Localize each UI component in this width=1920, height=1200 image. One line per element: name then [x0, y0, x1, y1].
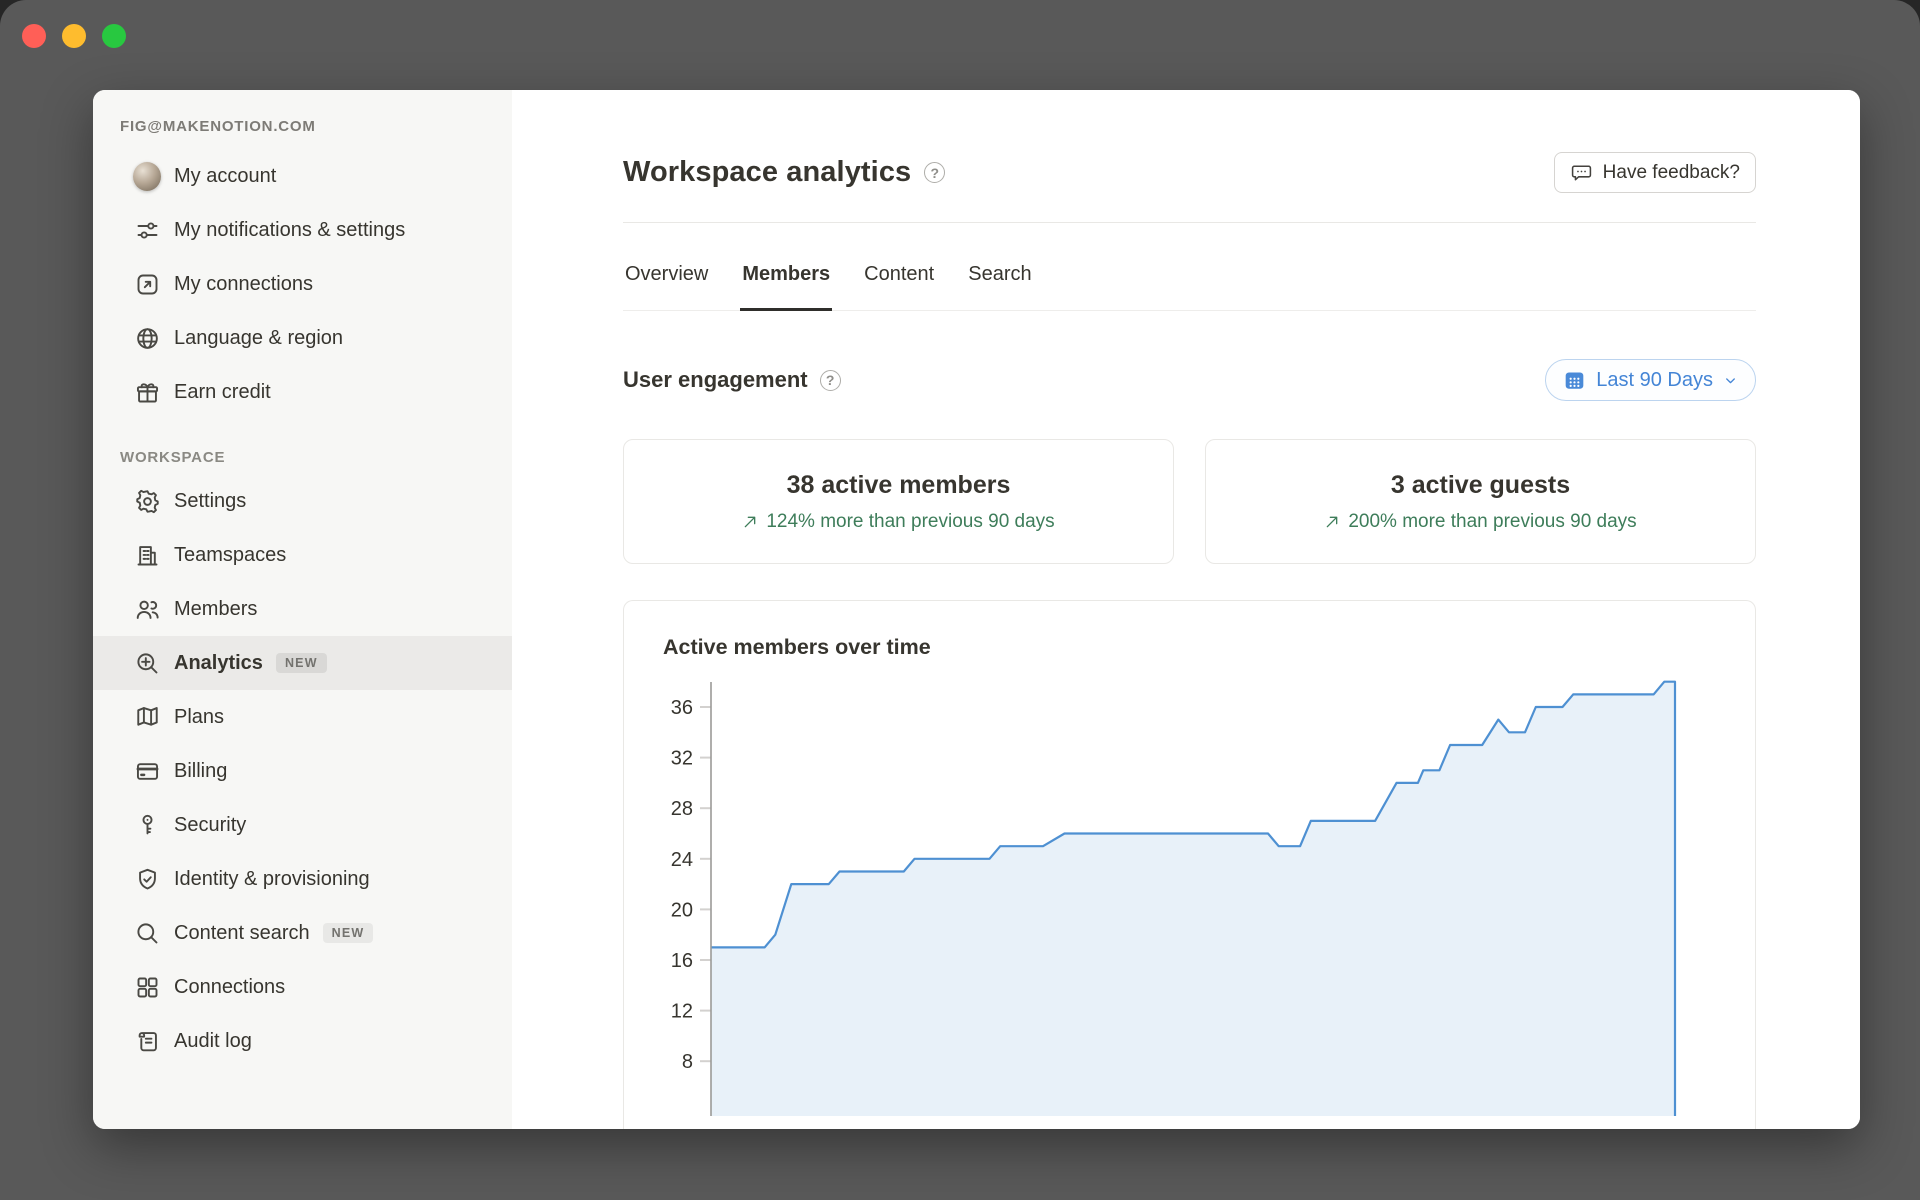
tab-members[interactable]: Members: [740, 223, 832, 311]
svg-text:20: 20: [671, 899, 693, 921]
settings-sidebar: FIG@MAKENOTION.COM My account My notific…: [93, 90, 512, 1129]
tab-overview[interactable]: Overview: [623, 223, 710, 310]
stat-delta-text: 124% more than previous 90 days: [766, 510, 1055, 532]
settings-dialog: FIG@MAKENOTION.COM My account My notific…: [93, 90, 1860, 1129]
new-badge: NEW: [275, 652, 327, 674]
sidebar-item-connections[interactable]: Connections: [93, 960, 512, 1014]
building-icon: [133, 541, 161, 569]
new-badge: NEW: [322, 922, 374, 944]
sidebar-item-my-connections[interactable]: My connections: [93, 257, 512, 311]
trend-up-icon: [1326, 516, 1338, 527]
active-members-chart: 8 12 16 20 24 28 32 36: [671, 680, 1677, 1116]
stat-headline: 3 active guests: [1390, 470, 1571, 499]
gear-icon: [133, 487, 161, 515]
svg-text:8: 8: [682, 1051, 693, 1073]
magnifier-icon: [133, 919, 161, 947]
analytics-main-panel: Workspace analytics ? Have feedback? Ove…: [512, 90, 1860, 1129]
close-window-button[interactable]: [22, 24, 46, 48]
sliders-icon: [133, 216, 161, 244]
page-header: Workspace analytics ? Have feedback?: [623, 152, 1756, 193]
section-title: User engagement: [623, 367, 808, 392]
svg-text:32: 32: [671, 748, 693, 770]
shield-check-icon: [133, 865, 161, 893]
calendar-icon: [1565, 371, 1584, 389]
chevron-down-icon: [1726, 377, 1735, 383]
user-engagement-header: User engagement ? Last 90 Days: [623, 359, 1756, 401]
page-title: Workspace analytics: [623, 156, 912, 188]
trend-up-icon: [744, 516, 756, 527]
account-avatar: [133, 161, 161, 191]
sidebar-item-billing[interactable]: Billing: [93, 744, 512, 798]
sidebar-item-members[interactable]: Members: [93, 582, 512, 636]
grid-icon: [133, 973, 161, 1001]
traffic-lights: [22, 24, 126, 48]
sidebar-item-my-notifications-settings[interactable]: My notifications & settings: [93, 203, 512, 257]
stat-delta-text: 200% more than previous 90 days: [1348, 510, 1637, 532]
svg-text:24: 24: [671, 849, 693, 871]
tab-search[interactable]: Search: [966, 223, 1033, 310]
chart-title: Active members over time: [663, 635, 931, 659]
sidebar-item-security[interactable]: Security: [93, 798, 512, 852]
speech-bubble-icon: [1571, 165, 1591, 181]
sidebar-item-earn-credit[interactable]: Earn credit: [93, 365, 512, 419]
gift-icon: [133, 378, 161, 406]
sidebar-item-analytics[interactable]: Analytics NEW: [93, 636, 512, 690]
workspace-section-label: WORKSPACE: [120, 449, 226, 466]
key-icon: [133, 811, 161, 839]
have-feedback-button[interactable]: Have feedback?: [1553, 152, 1756, 193]
account-email: FIG@MAKENOTION.COM: [120, 118, 316, 135]
help-icon[interactable]: ?: [924, 162, 946, 183]
active-guests-card: 3 active guests 200% more than previous …: [1205, 439, 1756, 564]
sidebar-item-language-region[interactable]: Language & region: [93, 311, 512, 365]
globe-icon: [133, 324, 161, 352]
sidebar-item-plans[interactable]: Plans: [93, 690, 512, 744]
help-icon[interactable]: ?: [819, 369, 841, 391]
zoom-window-button[interactable]: [102, 24, 126, 48]
tab-content[interactable]: Content: [862, 223, 936, 310]
sidebar-item-audit-log[interactable]: Audit log: [93, 1014, 512, 1068]
active-members-card: 38 active members 124% more than previou…: [623, 439, 1174, 564]
map-icon: [133, 703, 161, 731]
analytics-tabs: Overview Members Content Search: [623, 223, 1756, 311]
svg-text:12: 12: [671, 1001, 693, 1023]
minimize-window-button[interactable]: [62, 24, 86, 48]
stat-headline: 38 active members: [786, 470, 1011, 499]
svg-text:28: 28: [671, 798, 693, 820]
stat-cards: 38 active members 124% more than previou…: [623, 439, 1756, 564]
magnifier-sparkle-icon: [133, 649, 161, 677]
sidebar-item-teamspaces[interactable]: Teamspaces: [93, 528, 512, 582]
sidebar-item-identity-provisioning[interactable]: Identity & provisioning: [93, 852, 512, 906]
scroll-icon: [133, 1027, 161, 1055]
people-icon: [133, 595, 161, 623]
macos-window: FIG@MAKENOTION.COM My account My notific…: [0, 0, 1920, 1200]
sidebar-item-my-account[interactable]: My account: [93, 149, 512, 203]
svg-text:36: 36: [671, 697, 693, 719]
sidebar-item-settings[interactable]: Settings: [93, 474, 512, 528]
active-members-chart-card: Active members over time 8 12 16 20 24 28 32 36: [623, 600, 1756, 1129]
svg-text:16: 16: [671, 950, 693, 972]
arrow-up-right-box-icon: [133, 270, 161, 298]
sidebar-item-content-search[interactable]: Content search NEW: [93, 906, 512, 960]
credit-card-icon: [133, 757, 161, 785]
date-range-dropdown[interactable]: Last 90 Days: [1545, 359, 1756, 401]
